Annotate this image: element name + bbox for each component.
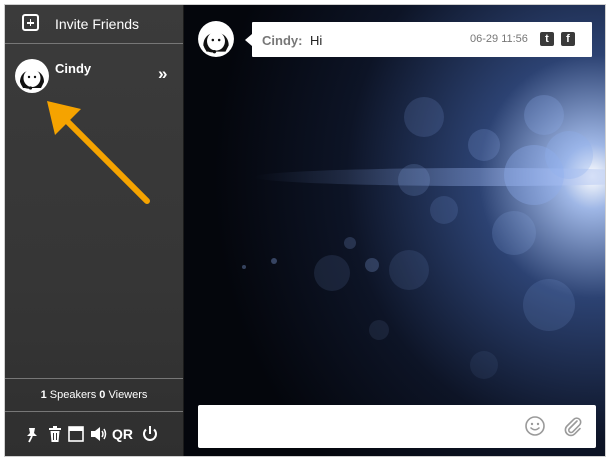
viewers-label: Viewers (108, 389, 148, 401)
volume-icon[interactable] (90, 423, 108, 445)
bokeh-background (184, 5, 605, 456)
chat-area: Cindy: Hi 06-29 11:56 t f (184, 5, 605, 456)
message-composer (198, 405, 596, 448)
power-icon[interactable] (141, 423, 159, 445)
user-list-item[interactable]: Cindy » (5, 55, 183, 100)
attachment-icon[interactable] (562, 415, 584, 437)
emoji-icon[interactable] (524, 415, 546, 437)
expand-icon[interactable]: » (158, 64, 168, 84)
message-text: Hi (310, 33, 323, 48)
pin-icon[interactable] (25, 423, 39, 445)
sidebar: Invite Friends Cindy » 1 Speakers 0 View (5, 5, 184, 456)
window-icon[interactable] (68, 423, 84, 445)
message-avatar (198, 21, 234, 57)
message-sender: Cindy: (262, 33, 303, 48)
viewers-count: 0 (99, 389, 106, 401)
message-input[interactable] (206, 415, 510, 439)
annotation-arrow (47, 101, 150, 204)
plus-icon (22, 14, 39, 31)
trash-icon[interactable] (48, 423, 62, 445)
speakers-label: Speakers (49, 389, 97, 401)
twitter-share-icon[interactable]: t (540, 32, 554, 46)
app-window: Invite Friends Cindy » 1 Speakers 0 View (4, 4, 606, 457)
invite-friends-button[interactable]: Invite Friends (5, 5, 183, 44)
qr-code-button[interactable]: QR (112, 423, 133, 445)
participant-stats: 1 Speakers 0 Viewers (5, 378, 183, 412)
message-timestamp: 06-29 11:56 (470, 33, 528, 45)
avatar (15, 59, 49, 93)
invite-friends-label: Invite Friends (55, 16, 140, 32)
speakers-count: 1 (40, 389, 47, 401)
sidebar-toolbar: QR (5, 423, 183, 449)
facebook-share-icon[interactable]: f (561, 32, 575, 46)
chat-message: Cindy: Hi 06-29 11:56 t f (245, 22, 592, 57)
user-name: Cindy (55, 61, 92, 76)
